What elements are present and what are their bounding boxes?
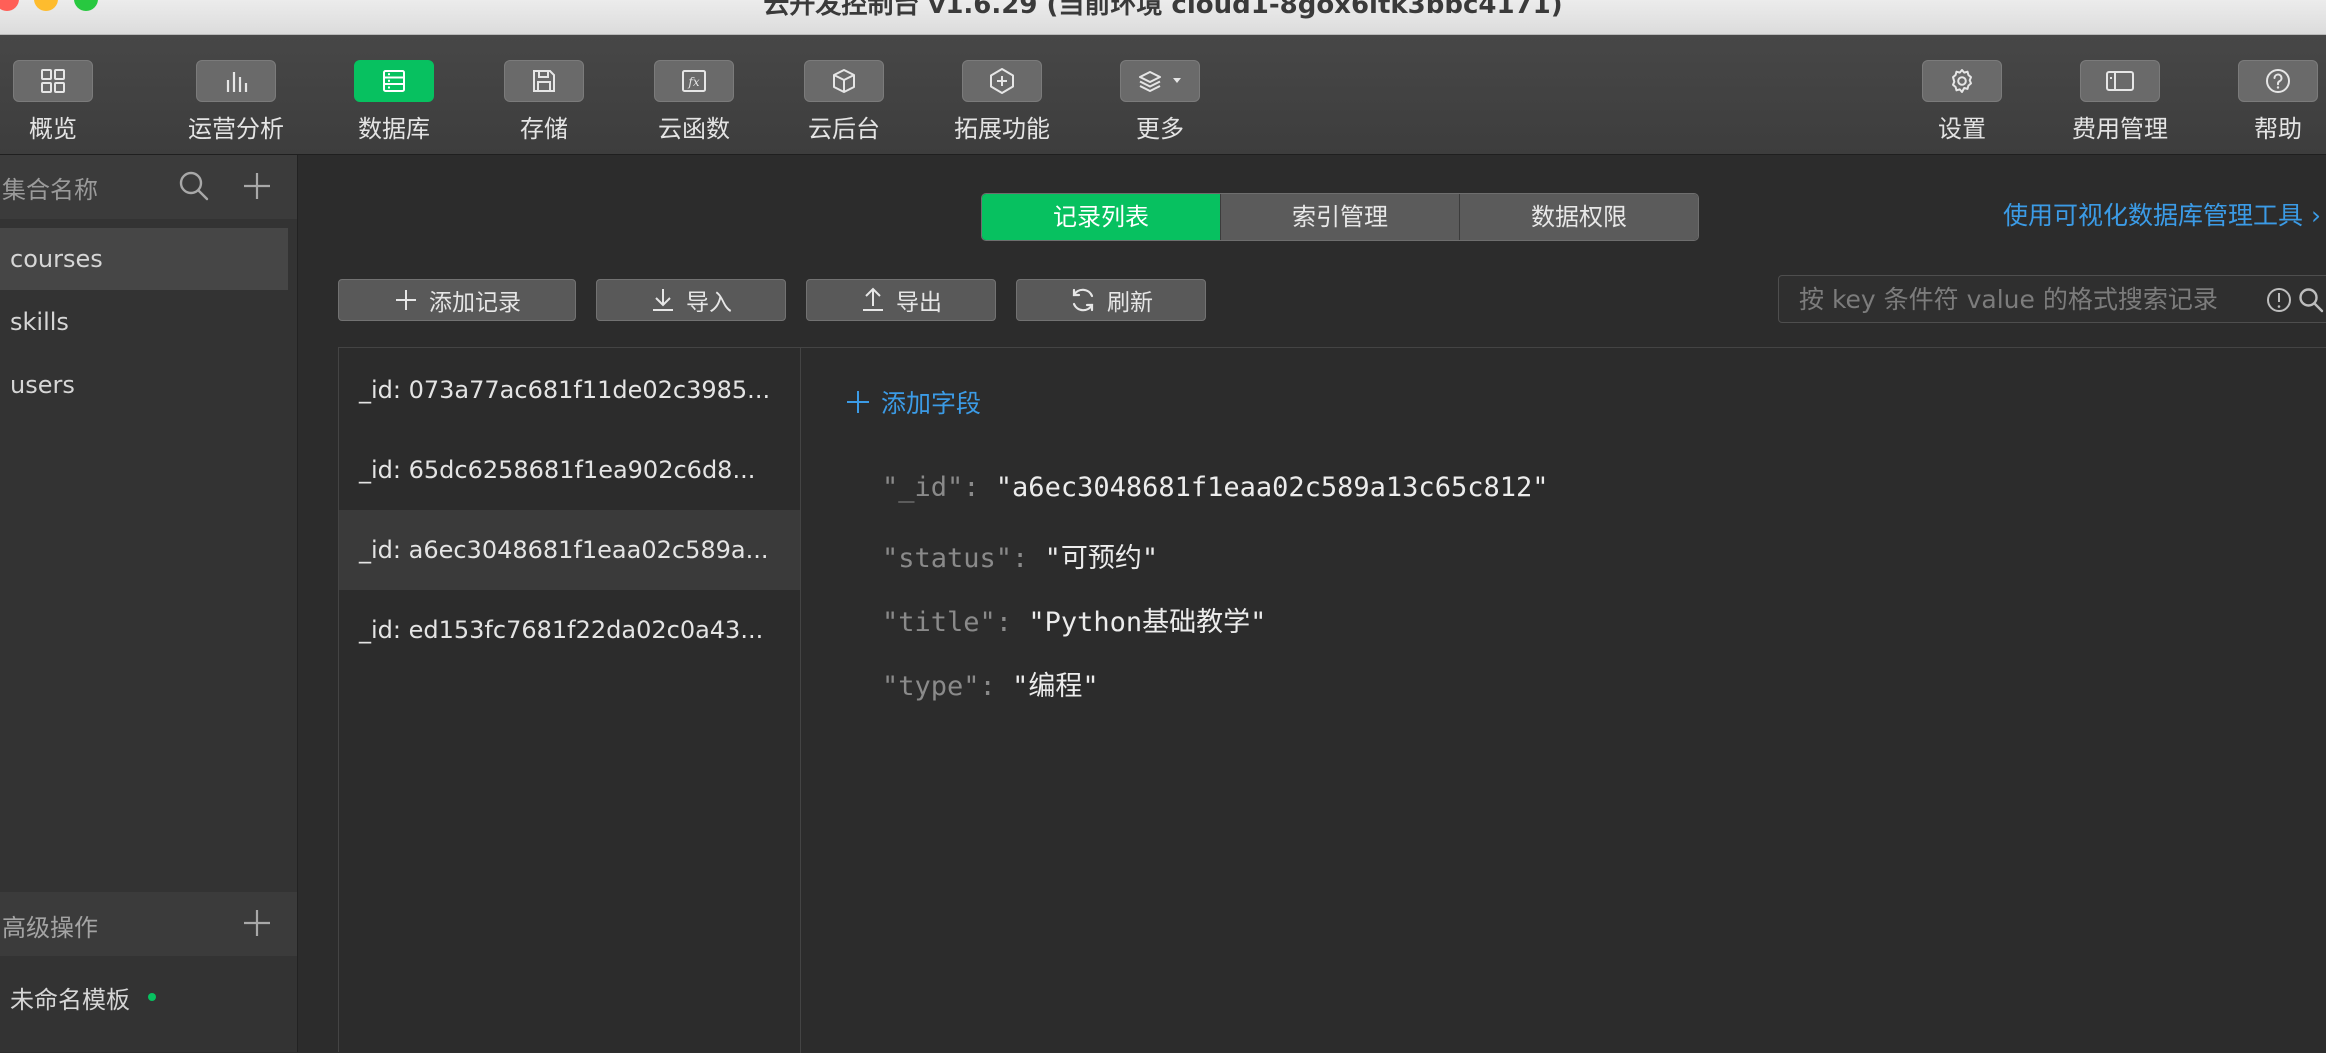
gear-icon	[1952, 69, 1972, 93]
upload-icon	[863, 287, 883, 311]
grid-icon	[41, 69, 65, 93]
refresh-icon	[1072, 288, 1094, 312]
info-icon[interactable]	[2265, 286, 2293, 314]
main-content: 记录列表 索引管理 数据权限 使用可视化数据库管理工具 › 添加记录 导入 导出…	[298, 155, 2326, 1053]
add-field-label: 添加字段	[881, 389, 982, 418]
function-icon: fx	[682, 70, 706, 92]
toolbar-label: 费用管理	[2072, 115, 2168, 143]
field-row-id[interactable]: "_id": "a6ec3048681f1eaa02c589a13c65c812…	[882, 472, 1548, 503]
cube-icon	[833, 69, 855, 93]
template-status-dot	[148, 993, 156, 1001]
toolbar-storage[interactable]: 存储	[464, 57, 624, 149]
field-key: "title"	[882, 607, 996, 638]
toolbar-label: 拓展功能	[954, 115, 1050, 143]
title-bar: 云开发控制台 v1.6.29 (当前环境 cloud1-8gox6ltk3bbc…	[0, 0, 2326, 35]
field-value: "可预约"	[1044, 543, 1159, 574]
import-label: 导入	[686, 290, 732, 316]
field-key: "status"	[882, 543, 1013, 574]
billing-icon	[2106, 71, 2134, 91]
record-list: _id: 073a77ac681f11de02c3985... _id: 65d…	[339, 348, 801, 1053]
extension-icon	[990, 68, 1014, 94]
help-icon	[2266, 69, 2290, 93]
visual-db-tool-link[interactable]: 使用可视化数据库管理工具 ›	[2003, 196, 2321, 232]
field-value: "编程"	[1012, 671, 1099, 702]
toolbar-label: 数据库	[358, 115, 430, 143]
field-key: "_id"	[882, 472, 964, 503]
field-key: "type"	[882, 671, 980, 702]
template-item[interactable]: 未命名模板	[10, 980, 130, 1015]
toolbar-label: 帮助	[2254, 115, 2302, 143]
export-label: 导出	[896, 290, 942, 316]
collection-item-skills[interactable]: skills	[0, 291, 288, 353]
toolbar-database[interactable]: 数据库	[314, 57, 474, 149]
layers-icon	[1139, 71, 1161, 92]
bar-chart-icon	[226, 72, 248, 92]
field-colon: :	[1012, 543, 1045, 574]
record-search-input[interactable]	[1779, 276, 2249, 322]
window-title: 云开发控制台 v1.6.29 (当前环境 cloud1-8gox6ltk3bbc…	[763, 0, 1563, 20]
search-icon[interactable]	[177, 169, 211, 203]
toolbar-label: 更多	[1136, 115, 1184, 143]
add-template-icon[interactable]	[240, 906, 274, 940]
field-row-status[interactable]: "status": "可预约"	[882, 536, 1158, 575]
field-row-type[interactable]: "type": "编程"	[882, 664, 1099, 703]
svg-text:fx: fx	[687, 75, 699, 89]
refresh-button[interactable]: 刷新	[1016, 279, 1206, 321]
main-toolbar: 概览 运营分析 数据库 存储 fx 云函数 云后台 拓展功能 更多 设置 费用管…	[0, 35, 2326, 155]
plus-icon	[396, 290, 416, 310]
advanced-operations-title: 高级操作	[2, 914, 98, 942]
toolbar-settings[interactable]: 设置	[1882, 57, 2042, 149]
collection-header: 集合名称	[0, 155, 297, 219]
records-panel: _id: 073a77ac681f11de02c3985... _id: 65d…	[338, 347, 2326, 1053]
search-icon[interactable]	[2297, 286, 2325, 314]
field-value: "Python基础教学"	[1028, 607, 1267, 638]
plus-icon	[847, 391, 869, 413]
toolbar-label: 云后台	[808, 115, 880, 143]
record-item[interactable]: _id: ed153fc7681f22da02c0a43...	[339, 590, 800, 670]
record-search-box	[1778, 275, 2326, 323]
toolbar-help[interactable]: 帮助	[2198, 57, 2326, 149]
record-item[interactable]: _id: 073a77ac681f11de02c3985...	[339, 350, 800, 430]
toolbar-extensions[interactable]: 拓展功能	[922, 57, 1082, 149]
floppy-icon	[533, 70, 555, 92]
toolbar-label: 设置	[1938, 115, 1986, 143]
add-record-button[interactable]: 添加记录	[338, 279, 576, 321]
toolbar-cloud-backend[interactable]: 云后台	[764, 57, 924, 149]
field-colon: :	[979, 671, 1013, 702]
add-record-label: 添加记录	[429, 290, 521, 316]
toolbar-label: 概览	[29, 115, 77, 143]
toolbar-overview[interactable]: 概览	[0, 57, 133, 149]
record-item[interactable]: _id: a6ec3048681f1eaa02c589a...	[339, 510, 800, 590]
advanced-operations-header: 高级操作	[0, 892, 297, 956]
collection-item-users[interactable]: users	[0, 354, 288, 416]
tab-data-permissions[interactable]: 数据权限	[1459, 194, 1698, 240]
field-row-title[interactable]: "title": "Python基础教学"	[882, 600, 1266, 639]
export-button[interactable]: 导出	[806, 279, 996, 321]
toolbar-label: 云函数	[658, 115, 730, 143]
tab-record-list[interactable]: 记录列表	[982, 194, 1220, 240]
toolbar-label: 存储	[520, 115, 568, 143]
field-value: "a6ec3048681f1eaa02c589a13c65c812"	[995, 472, 1549, 503]
toolbar-billing[interactable]: 费用管理	[2040, 57, 2200, 149]
toolbar-label: 运营分析	[188, 115, 284, 143]
chevron-down-icon	[1173, 78, 1181, 83]
add-collection-icon[interactable]	[240, 169, 274, 203]
field-colon: :	[995, 607, 1029, 638]
toolbar-more[interactable]: 更多	[1080, 57, 1240, 149]
toolbar-cloud-function[interactable]: fx 云函数	[614, 57, 774, 149]
toolbar-analytics[interactable]: 运营分析	[156, 57, 316, 149]
record-item[interactable]: _id: 65dc6258681f1ea902c6d8...	[339, 430, 800, 510]
field-colon: :	[963, 472, 996, 503]
collection-item-courses[interactable]: courses	[0, 228, 288, 290]
tab-index-management[interactable]: 索引管理	[1220, 194, 1459, 240]
collection-sidebar: 集合名称 courses skills users 高级操作 未命名模板	[0, 155, 298, 1052]
refresh-label: 刷新	[1107, 290, 1153, 316]
database-icon	[383, 70, 405, 92]
view-tabs: 记录列表 索引管理 数据权限	[981, 193, 1699, 241]
download-icon	[653, 289, 673, 311]
import-button[interactable]: 导入	[596, 279, 786, 321]
collection-header-title: 集合名称	[2, 176, 98, 204]
add-field-button[interactable]: 添加字段	[845, 384, 981, 420]
